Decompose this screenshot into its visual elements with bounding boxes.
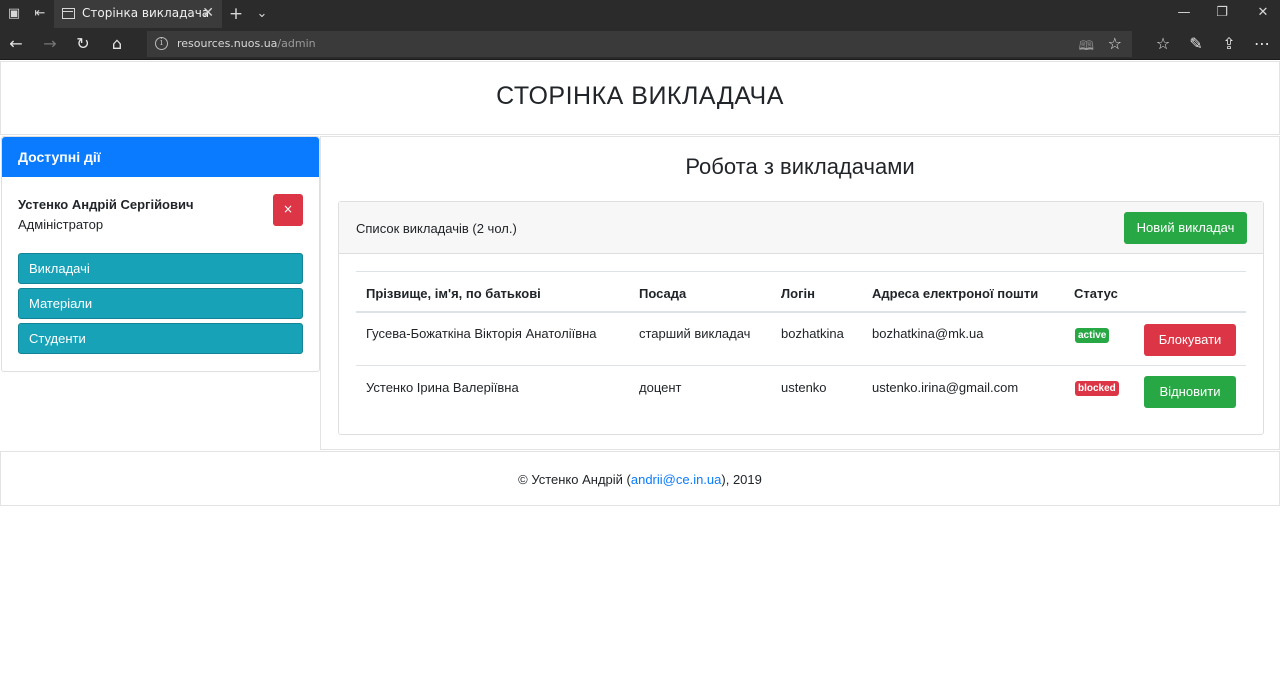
- browser-titlebar: ▣ ⇤ Сторінка викладача ✕ + ⌄ — ❐ ✕: [0, 0, 1280, 28]
- user-name: Устенко Андрій Сергійович: [18, 197, 194, 212]
- page-footer: © Устенко Андрій (andrii@ce.in.ua), 2019: [0, 451, 1280, 506]
- teacher-login: bozhatkina: [781, 326, 844, 341]
- home-icon[interactable]: ⌂: [107, 34, 127, 54]
- teacher-position: старший викладач: [639, 326, 751, 341]
- page-title: СТОРІНКА ВИКЛАДАЧА: [496, 82, 784, 110]
- list-caption: Список викладачів (2 чол.): [356, 221, 517, 236]
- tab-actions-icon[interactable]: ▣: [6, 6, 22, 22]
- reading-view-icon[interactable]: 🕮: [1079, 37, 1094, 59]
- favorites-icon[interactable]: ☆: [1153, 34, 1173, 54]
- pen-icon[interactable]: ✎: [1186, 34, 1206, 54]
- page-icon: [62, 8, 75, 19]
- address-bar[interactable]: i resources.nuos.ua/admin 🕮 ☆: [147, 31, 1132, 57]
- restore-button[interactable]: Відновити: [1144, 376, 1236, 408]
- card-header: Список викладачів (2 чол.) Новий виклада…: [339, 202, 1263, 254]
- sidebar-item-materials[interactable]: Матеріали: [18, 288, 303, 319]
- block-button[interactable]: Блокувати: [1144, 324, 1236, 356]
- status-badge: blocked: [1075, 381, 1119, 396]
- sidebar-heading: Доступні дії: [18, 149, 101, 165]
- teacher-position: доцент: [639, 380, 682, 395]
- favorite-star-icon[interactable]: ☆: [1108, 34, 1122, 53]
- site-info-icon[interactable]: i: [155, 37, 168, 50]
- user-role: Адміністратор: [18, 217, 104, 232]
- close-window-icon[interactable]: ✕: [1253, 5, 1273, 20]
- refresh-icon[interactable]: ↻: [73, 34, 93, 54]
- sidebar-item-teachers[interactable]: Викладачі: [18, 253, 303, 284]
- footer-text: © Устенко Андрій (andrii@ce.in.ua), 2019: [518, 472, 762, 487]
- main-panel: Робота з викладачами Список викладачів (…: [320, 136, 1280, 450]
- sidebar-header: Доступні дії: [2, 137, 319, 177]
- column-header: Логін: [781, 286, 815, 301]
- set-aside-tabs-icon[interactable]: ⇤: [32, 6, 48, 22]
- page-header: СТОРІНКА ВИКЛАДАЧА: [0, 61, 1280, 135]
- url-text[interactable]: resources.nuos.ua/admin: [177, 37, 316, 50]
- share-icon[interactable]: ⇪: [1219, 34, 1239, 54]
- teacher-login: ustenko: [781, 380, 827, 395]
- close-tab-icon[interactable]: ✕: [202, 5, 214, 21]
- logout-button[interactable]: ×: [273, 194, 303, 226]
- status-badge: active: [1075, 328, 1110, 343]
- teacher-email: ustenko.irina@gmail.com: [872, 380, 1019, 395]
- sidebar: Доступні дії Устенко Андрій Сергійович А…: [1, 136, 320, 372]
- section-title: Робота з викладачами: [685, 154, 915, 179]
- minimize-icon[interactable]: —: [1174, 5, 1194, 20]
- browser-tab[interactable]: Сторінка викладача ✕: [54, 0, 222, 28]
- table-row: Устенко Ірина Валеріївна доцент ustenko …: [356, 365, 1246, 417]
- new-tab-icon[interactable]: +: [228, 6, 244, 23]
- column-header: Прізвище, ім'я, по батькові: [366, 286, 541, 301]
- column-header: Посада: [639, 286, 687, 301]
- forward-icon[interactable]: →: [40, 34, 60, 54]
- footer-email-link[interactable]: andrii@ce.in.ua: [631, 472, 722, 487]
- teachers-card: Список викладачів (2 чол.) Новий виклада…: [338, 201, 1264, 435]
- column-header: Статус: [1074, 286, 1118, 301]
- teacher-name: Устенко Ірина Валеріївна: [366, 380, 519, 395]
- browser-toolbar: ← → ↻ ⌂ i resources.nuos.ua/admin 🕮 ☆ ☆ …: [0, 28, 1280, 60]
- teacher-email: bozhatkina@mk.ua: [872, 326, 984, 341]
- chevron-down-icon[interactable]: ⌄: [254, 6, 270, 22]
- back-icon[interactable]: ←: [6, 34, 26, 54]
- table-header-row: Прізвище, ім'я, по батькові Посада Логін…: [356, 271, 1246, 313]
- restore-icon[interactable]: ❐: [1212, 5, 1232, 20]
- tab-title: Сторінка викладача: [82, 6, 210, 20]
- new-teacher-button[interactable]: Новий викладач: [1124, 212, 1247, 244]
- teacher-name: Гусева-Божаткіна Вікторія Анатоліївна: [366, 326, 597, 341]
- more-icon[interactable]: ⋯: [1252, 34, 1272, 54]
- sidebar-item-students[interactable]: Студенти: [18, 323, 303, 354]
- page: СТОРІНКА ВИКЛАДАЧА Доступні дії Устенко …: [0, 61, 1280, 686]
- table-row: Гусева-Божаткіна Вікторія Анатоліївна ст…: [356, 313, 1246, 365]
- column-header: Адреса електроної пошти: [872, 286, 1039, 301]
